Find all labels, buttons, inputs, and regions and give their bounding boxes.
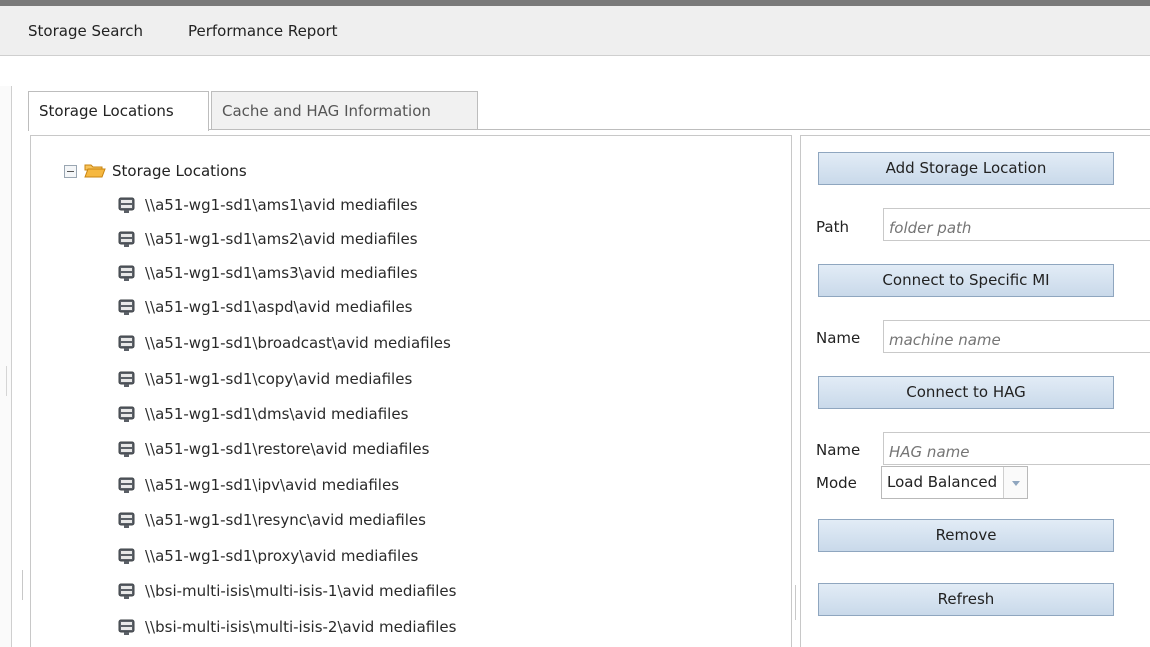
network-drive-icon xyxy=(118,371,135,388)
tree-item-label: \\a51-wg1-sd1\copy\avid mediafiles xyxy=(145,370,413,388)
connect-to-specific-mi-button[interactable]: Connect to Specific MI xyxy=(818,264,1114,297)
tab-cache-and-hag-information[interactable]: Cache and HAG Information xyxy=(211,91,478,129)
tree-item[interactable]: \\a51-wg1-sd1\ams1\avid mediafiles xyxy=(118,194,418,216)
machine-name-label: Name xyxy=(816,329,861,347)
hag-name-label: Name xyxy=(816,441,861,459)
left-collapsed-pane[interactable] xyxy=(0,86,12,647)
connect-to-hag-button[interactable]: Connect to HAG xyxy=(818,376,1114,409)
tree-item-label: \\a51-wg1-sd1\restore\avid mediafiles xyxy=(145,440,430,458)
tree-item[interactable]: \\a51-wg1-sd1\broadcast\avid mediafiles xyxy=(118,332,451,354)
tree-item-label: \\a51-wg1-sd1\ams1\avid mediafiles xyxy=(145,196,418,214)
splitter-handle[interactable] xyxy=(795,585,796,620)
tree-item[interactable]: \\a51-wg1-sd1\dms\avid mediafiles xyxy=(118,403,408,425)
tree-item[interactable]: \\a51-wg1-sd1\ams2\avid mediafiles xyxy=(118,228,418,250)
network-drive-icon xyxy=(118,512,135,529)
tree-item[interactable]: \\a51-wg1-sd1\proxy\avid mediafiles xyxy=(118,545,418,567)
tree-item-label: \\a51-wg1-sd1\dms\avid mediafiles xyxy=(145,405,409,423)
network-drive-icon xyxy=(118,548,135,565)
menu-performance-report[interactable]: Performance Report xyxy=(188,22,338,40)
chevron-down-icon[interactable] xyxy=(1003,467,1027,498)
tree-item-label: \\a51-wg1-sd1\aspd\avid mediafiles xyxy=(145,298,413,316)
tree-item[interactable]: \\bsi-multi-isis\multi-isis-2\avid media… xyxy=(118,616,456,638)
tab-storage-locations[interactable]: Storage Locations xyxy=(28,91,209,131)
tree-item-label: \\bsi-multi-isis\multi-isis-1\avid media… xyxy=(145,582,457,600)
network-drive-icon xyxy=(118,299,135,316)
network-drive-icon xyxy=(118,335,135,352)
network-drive-icon xyxy=(118,619,135,636)
pane-resize-grip[interactable] xyxy=(6,366,9,396)
refresh-button[interactable]: Refresh xyxy=(818,583,1114,616)
mode-select[interactable]: Load Balanced xyxy=(881,466,1028,499)
tree-item[interactable]: \\a51-wg1-sd1\restore\avid mediafiles xyxy=(118,438,429,460)
network-drive-icon xyxy=(118,583,135,600)
tree-item-label: \\a51-wg1-sd1\resync\avid mediafiles xyxy=(145,511,426,529)
network-drive-icon xyxy=(118,441,135,458)
network-drive-icon xyxy=(118,406,135,423)
tree-root-node[interactable]: Storage Locations xyxy=(64,160,247,182)
tree-item-label: \\a51-wg1-sd1\ams2\avid mediafiles xyxy=(145,230,418,248)
remove-button[interactable]: Remove xyxy=(818,519,1114,552)
tree-item-label: \\a51-wg1-sd1\ipv\avid mediafiles xyxy=(145,476,400,494)
machine-name-input[interactable] xyxy=(883,320,1150,353)
tree-root-label: Storage Locations xyxy=(112,162,247,180)
open-folder-icon xyxy=(84,163,106,179)
menu-storage-search[interactable]: Storage Search xyxy=(28,22,143,40)
tree-item-label: \\a51-wg1-sd1\proxy\avid mediafiles xyxy=(145,547,419,565)
tree-scroll-edge xyxy=(22,570,23,600)
mode-label: Mode xyxy=(816,474,857,492)
network-drive-icon xyxy=(118,265,135,282)
hag-name-input[interactable] xyxy=(883,432,1150,465)
tree-item-label: \\bsi-multi-isis\multi-isis-2\avid media… xyxy=(145,618,457,636)
tree-item[interactable]: \\bsi-multi-isis\multi-isis-1\avid media… xyxy=(118,580,456,602)
path-label: Path xyxy=(816,218,849,236)
tree-item[interactable]: \\a51-wg1-sd1\copy\avid mediafiles xyxy=(118,368,412,390)
network-drive-icon xyxy=(118,477,135,494)
network-drive-icon xyxy=(118,231,135,248)
tree-item-label: \\a51-wg1-sd1\ams3\avid mediafiles xyxy=(145,264,418,282)
collapse-minus-icon[interactable] xyxy=(64,164,77,178)
add-storage-location-button[interactable]: Add Storage Location xyxy=(818,152,1114,185)
tree-item[interactable]: \\a51-wg1-sd1\resync\avid mediafiles xyxy=(118,509,426,531)
tree-item-label: \\a51-wg1-sd1\broadcast\avid mediafiles xyxy=(145,334,451,352)
tree-item[interactable]: \\a51-wg1-sd1\ams3\avid mediafiles xyxy=(118,262,418,284)
network-drive-icon xyxy=(118,197,135,214)
tree-item[interactable]: \\a51-wg1-sd1\aspd\avid mediafiles xyxy=(118,296,413,318)
menu-bar: Storage Search Performance Report xyxy=(0,6,1150,56)
path-input[interactable] xyxy=(883,208,1150,241)
tree-item[interactable]: \\a51-wg1-sd1\ipv\avid mediafiles xyxy=(118,474,399,496)
mode-select-value: Load Balanced xyxy=(887,473,998,491)
